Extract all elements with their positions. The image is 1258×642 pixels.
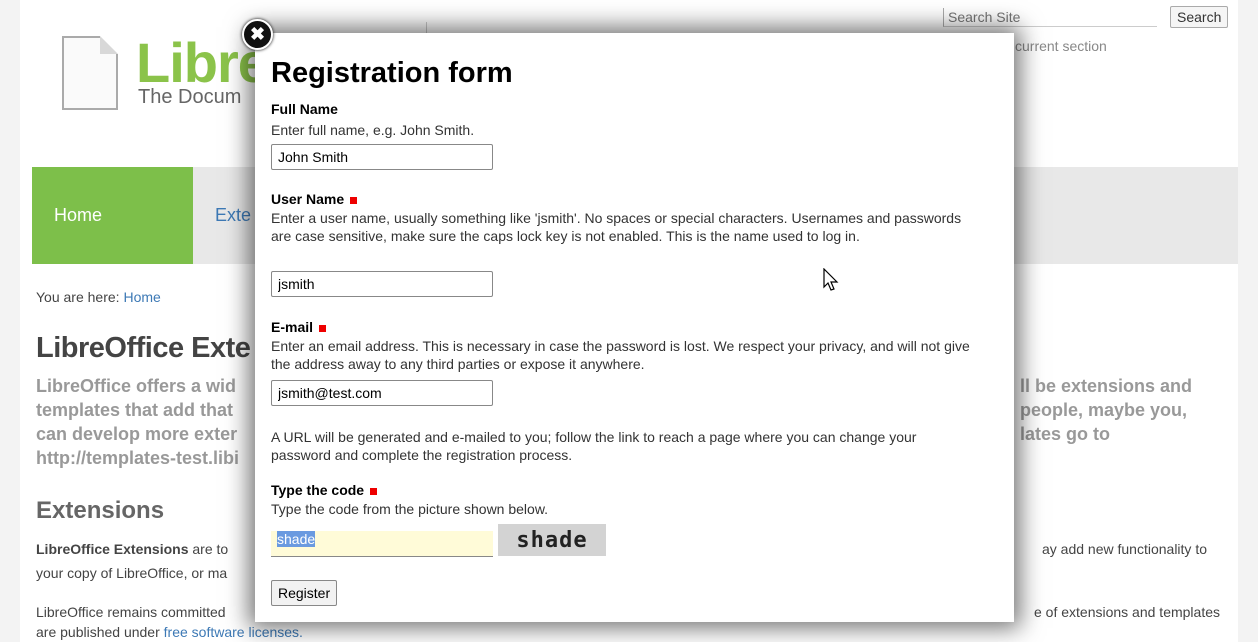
captcha-help: Type the code from the picture shown bel…: [271, 501, 549, 517]
commitment-paragraph-right: e of extensions and templates: [1034, 604, 1221, 620]
captcha-label: Type the code: [271, 482, 378, 498]
captcha-input-selected-text: shade: [277, 531, 316, 547]
libreoffice-logo-icon: [62, 36, 118, 110]
full-name-input[interactable]: [271, 144, 493, 170]
license-line: are published under free software licens…: [36, 624, 303, 640]
user-name-input[interactable]: [271, 271, 493, 297]
intro-line: people, maybe you,: [1020, 400, 1188, 420]
free-software-licenses-link[interactable]: free software licenses.: [164, 624, 303, 640]
page-title: LibreOffice Exte: [36, 332, 251, 364]
logo-tagline: The Docum: [138, 86, 242, 108]
mouse-pointer-icon: [823, 268, 839, 291]
required-marker-icon: [319, 324, 327, 332]
extensions-paragraph-right: ay add new functionality to: [1042, 541, 1207, 557]
breadcrumb-home-link[interactable]: Home: [123, 289, 160, 305]
register-button[interactable]: Register: [271, 580, 338, 606]
label-text: User Name: [271, 191, 345, 207]
label-text: E-mail: [271, 319, 314, 335]
full-name-label: Full Name: [271, 101, 338, 117]
intro-text-right: ll be extensions and people, maybe you, …: [1020, 374, 1192, 446]
full-name-help: Enter full name, e.g. John Smith.: [271, 122, 475, 138]
label-text: Type the code: [271, 482, 365, 498]
form-title: Registration form: [271, 57, 513, 89]
required-marker-icon: [370, 487, 378, 495]
required-marker-icon: [350, 196, 358, 204]
close-icon[interactable]: ✖: [242, 19, 273, 50]
paragraph-text: your copy of LibreOffice, or ma: [36, 565, 228, 581]
captcha-image: shade: [498, 524, 606, 556]
nav-extensions[interactable]: Exte: [215, 167, 251, 264]
section-title-extensions: Extensions: [36, 497, 165, 524]
breadcrumb: You are here: Home: [36, 289, 161, 305]
intro-line: ll be extensions and: [1020, 376, 1193, 396]
nav-home[interactable]: Home: [32, 167, 193, 264]
user-name-help: Enter a user name, usually something lik…: [271, 210, 962, 244]
extensions-bold-term: LibreOffice Extensions: [36, 541, 189, 557]
search-input[interactable]: [943, 8, 1157, 27]
paragraph-text: are published under: [36, 624, 164, 640]
captcha-input[interactable]: shade: [271, 531, 493, 557]
email-input[interactable]: [271, 380, 493, 406]
email-label: E-mail: [271, 319, 327, 335]
registration-modal: Registration form Full Name Enter full n…: [255, 33, 1014, 622]
search-button[interactable]: Search: [1170, 6, 1229, 28]
url-note: A URL will be generated and e-mailed to …: [271, 429, 917, 463]
email-help: Enter an email address. This is necessar…: [271, 338, 970, 372]
search-section-option[interactable]: current section: [1015, 38, 1107, 54]
breadcrumb-prefix: You are here:: [36, 289, 120, 305]
intro-line: lates go to: [1020, 424, 1111, 444]
paragraph-text: are to: [188, 541, 229, 557]
user-name-label: User Name: [271, 191, 358, 207]
